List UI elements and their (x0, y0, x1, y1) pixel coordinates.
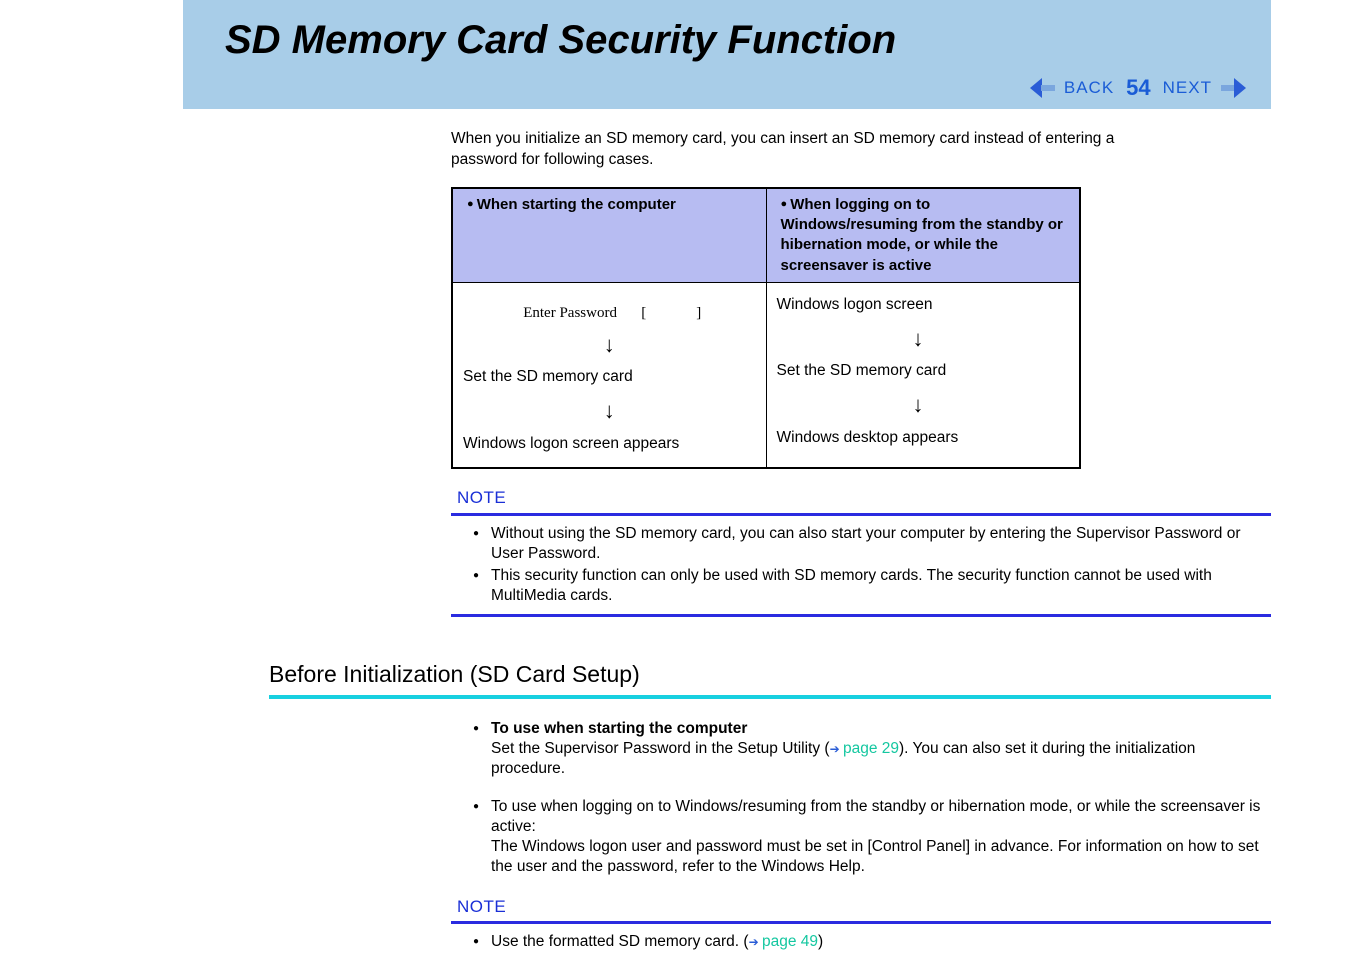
divider (451, 921, 1271, 924)
next-arrow-icon[interactable] (1220, 78, 1246, 98)
down-arrow-icon: ↓ (463, 396, 756, 426)
note-list: Use the formatted SD memory card. (➔ pag… (451, 932, 1271, 952)
down-arrow-icon: ↓ (463, 330, 756, 360)
bullet-title: To use when starting the computer (491, 720, 747, 737)
link-arrow-icon: ➔ (830, 742, 843, 756)
right-step-2: Set the SD memory card (777, 361, 1070, 382)
table-header-right: When logging on to Windows/resuming from… (766, 188, 1080, 283)
list-item: Use the formatted SD memory card. (➔ pag… (473, 932, 1271, 952)
left-step-3: Windows logon screen appears (463, 434, 756, 455)
page-title: SD Memory Card Security Function (225, 18, 1246, 63)
list-item: To use when starting the computer Set th… (473, 719, 1271, 779)
nav-row: BACK 54 NEXT (225, 63, 1246, 107)
page-link-29[interactable]: page 29 (843, 740, 899, 757)
list-item: This security function can only be used … (473, 566, 1271, 606)
table-cell-left: Enter Password [] ↓ Set the SD memory ca… (452, 282, 766, 468)
comparison-table: When starting the computer When logging … (451, 187, 1081, 469)
back-arrow-icon[interactable] (1030, 78, 1056, 98)
bullet-text: To use when logging on to Windows/resumi… (491, 798, 1260, 835)
right-step-1: Windows logon screen (777, 295, 1070, 316)
section-heading: Before Initialization (SD Card Setup) (269, 659, 1271, 690)
divider (451, 614, 1271, 617)
next-link[interactable]: NEXT (1163, 78, 1212, 98)
note-list: Without using the SD memory card, you ca… (451, 524, 1271, 607)
table-cell-right: Windows logon screen ↓ Set the SD memory… (766, 282, 1080, 468)
content-area: When you initialize an SD memory card, y… (451, 109, 1271, 953)
list-item: Without using the SD memory card, you ca… (473, 524, 1271, 564)
list-item: To use when logging on to Windows/resumi… (473, 797, 1271, 878)
page-number: 54 (1126, 75, 1150, 101)
note-heading: NOTE (457, 896, 1271, 919)
header-bar: SD Memory Card Security Function BACK 54… (183, 0, 1271, 109)
bullet-text: The Windows logon user and password must… (491, 838, 1259, 875)
down-arrow-icon: ↓ (777, 324, 1070, 354)
page-wrap: SD Memory Card Security Function BACK 54… (183, 0, 1271, 953)
body-bullets: To use when starting the computer Set th… (451, 719, 1271, 878)
down-arrow-icon: ↓ (777, 390, 1070, 420)
back-link[interactable]: BACK (1064, 78, 1114, 98)
table-header-left: When starting the computer (452, 188, 766, 283)
note-block-2: NOTE Use the formatted SD memory card. (… (451, 896, 1271, 953)
cyan-divider (269, 695, 1271, 699)
enter-password-box: Enter Password [] (523, 303, 751, 324)
page-link-49[interactable]: page 49 (762, 933, 818, 950)
note-heading: NOTE (457, 487, 1271, 510)
left-step-2: Set the SD memory card (463, 367, 756, 388)
right-step-3: Windows desktop appears (777, 428, 1070, 449)
divider (451, 513, 1271, 516)
bullet-text: Set the Supervisor Password in the Setup… (491, 740, 830, 757)
intro-paragraph: When you initialize an SD memory card, y… (451, 129, 1141, 171)
note-text: ) (818, 933, 823, 950)
link-arrow-icon: ➔ (749, 935, 762, 949)
note-text: Use the formatted SD memory card. ( (491, 933, 749, 950)
note-block-1: NOTE Without using the SD memory card, y… (451, 487, 1271, 618)
